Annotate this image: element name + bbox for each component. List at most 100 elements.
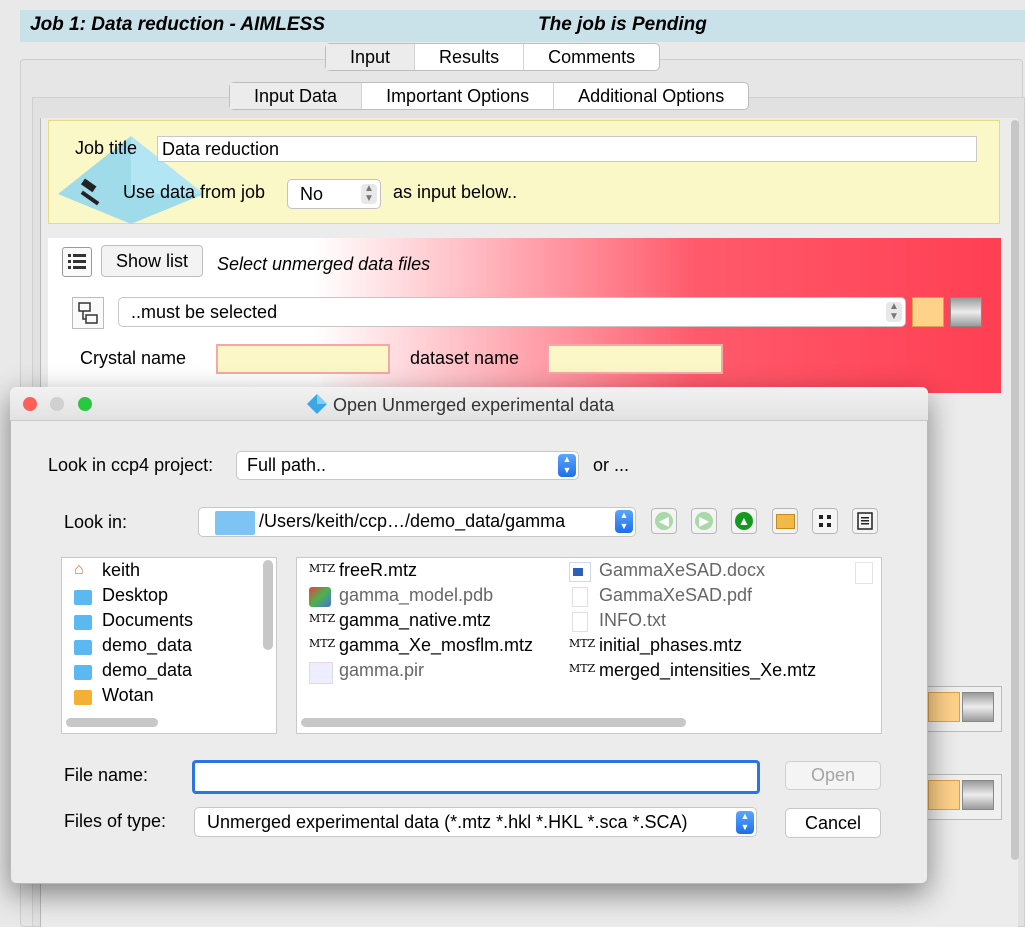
database-icon[interactable]	[962, 780, 994, 810]
ccp4-diamond-icon	[307, 394, 327, 414]
sub-tab-bar: Input Data Important Options Additional …	[229, 82, 750, 110]
file-item-label: gamma_native.mtz	[339, 610, 492, 630]
file-item-label: gamma.pir	[339, 660, 425, 680]
job-header: Job 1: Data reduction - AIMLESS The job …	[20, 10, 1025, 42]
crystal-name-label: Crystal name	[80, 348, 187, 368]
file-type-value: Unmerged experimental data (*.mtz *.hkl …	[207, 812, 688, 832]
open-button[interactable]: Open	[785, 761, 881, 790]
mtz-icon: MTZ	[309, 637, 336, 650]
blank-file-icon	[855, 562, 873, 584]
folder-icon	[215, 511, 255, 535]
sidebar-item-label: Documents	[102, 610, 194, 630]
tab-input[interactable]: Input	[326, 44, 416, 70]
parent-dir-button[interactable]: ▲	[731, 508, 757, 534]
file-type-select[interactable]: Unmerged experimental data (*.mtz *.hkl …	[194, 807, 757, 837]
file-name-label: File name:	[64, 765, 149, 785]
use-data-value: No	[300, 184, 324, 204]
blank-file-icon	[572, 587, 588, 607]
job-status: The job is Pending	[538, 14, 707, 35]
pdb-molecule-icon	[309, 587, 331, 607]
file-name-input[interactable]	[192, 760, 760, 794]
word-doc-icon	[569, 562, 591, 582]
tab-comments[interactable]: Comments	[524, 44, 659, 70]
folder-icon	[74, 665, 92, 680]
file-list-hscrollbar[interactable]	[301, 718, 686, 727]
file-item-label: initial_phases.mtz	[599, 635, 743, 655]
mtz-icon: MTZ	[569, 637, 596, 650]
file-type-label: Files of type:	[64, 811, 167, 831]
dataset-name-input[interactable]	[547, 344, 723, 374]
database-icon[interactable]	[950, 297, 982, 327]
new-folder-button[interactable]	[772, 508, 798, 534]
minimize-icon[interactable]	[50, 397, 64, 411]
look-in-label: Look in:	[64, 512, 128, 532]
file-item-label: gamma_Xe_mosflm.mtz	[339, 635, 534, 655]
updown-icon: ▲ ▼	[615, 510, 633, 533]
file-item-label: GammaXeSAD.docx	[599, 560, 766, 580]
icon-view-button[interactable]	[812, 508, 838, 534]
tab-important-options[interactable]: Important Options	[362, 83, 555, 109]
folder-icon	[74, 590, 92, 605]
sidebar-item-label: demo_data	[102, 635, 193, 655]
tab-additional-options[interactable]: Additional Options	[554, 83, 748, 109]
file-item-label: freeR.mtz	[339, 560, 418, 580]
sidebar-item-label: demo_data	[102, 660, 193, 680]
new-folder-icon	[776, 514, 795, 529]
dialog-title: Open Unmerged experimental data	[306, 393, 614, 416]
open-folder-icon[interactable]	[928, 692, 960, 722]
open-folder-icon[interactable]	[928, 780, 960, 810]
sequence-icon	[309, 662, 333, 684]
file-list[interactable]: MTZ freeR.mtz gamma_model.pdb MTZ gamma_…	[296, 557, 882, 734]
must-select-value: ..must be selected	[131, 302, 278, 322]
look-in-project-label: Look in ccp4 project:	[48, 455, 214, 475]
unmerged-file-select[interactable]: ..must be selected ▲ ▼	[118, 297, 906, 327]
blank-file-icon	[572, 612, 588, 632]
tree-icon[interactable]	[72, 297, 104, 329]
tab-input-data[interactable]: Input Data	[230, 83, 363, 109]
file-item-label: GammaXeSAD.pdf	[599, 585, 753, 605]
database-icon[interactable]	[962, 692, 994, 722]
as-input-label: as input below..	[393, 182, 518, 202]
scrollbar-thumb[interactable]	[1011, 120, 1019, 860]
forward-button[interactable]: ▶	[691, 508, 717, 534]
sidebar-scrollbar[interactable]	[263, 560, 273, 650]
look-in-project-select[interactable]: Full path.. ▲ ▼	[236, 451, 579, 480]
list-icon[interactable]	[62, 247, 92, 277]
up-arrow-icon: ▲	[735, 512, 753, 530]
drive-icon	[74, 690, 92, 705]
close-icon[interactable]	[23, 397, 37, 411]
folder-icon	[74, 615, 92, 630]
zoom-icon[interactable]	[78, 397, 92, 411]
updown-icon: ▲ ▼	[886, 302, 902, 322]
unmerged-files-label: Select unmerged data files	[217, 254, 431, 274]
use-data-select[interactable]: No ▲ ▼	[287, 179, 381, 209]
crystal-name-input[interactable]	[216, 344, 390, 374]
cancel-button[interactable]: Cancel	[785, 808, 881, 838]
look-in-select[interactable]: /Users/keith/ccp…/demo_data/gamma ▲ ▼	[198, 507, 636, 537]
folder-icon	[74, 640, 92, 655]
main-tab-bar: Input Results Comments	[325, 43, 661, 71]
back-button[interactable]: ◀	[651, 508, 677, 534]
show-list-button[interactable]: Show list	[101, 245, 203, 277]
file-item-label: INFO.txt	[599, 610, 666, 630]
look-in-value: /Users/keith/ccp…/demo_data/gamma	[259, 511, 566, 531]
hammer-icon[interactable]	[76, 176, 110, 210]
forward-arrow-icon: ▶	[695, 512, 713, 530]
open-folder-icon[interactable]	[912, 297, 944, 327]
use-data-label: Use data from job	[123, 182, 266, 202]
mtz-icon: MTZ	[309, 562, 336, 575]
sidebar-hscrollbar[interactable]	[66, 718, 158, 727]
file-item-label: gamma_model.pdb	[339, 585, 494, 605]
detail-view-button[interactable]	[852, 508, 878, 534]
look-in-project-value: Full path..	[247, 455, 327, 475]
updown-icon: ▲ ▼	[558, 454, 576, 477]
job-title-input[interactable]	[157, 136, 977, 162]
tab-results[interactable]: Results	[415, 44, 525, 70]
home-icon: ⌂	[74, 561, 84, 578]
file-item-label: merged_intensities_Xe.mtz	[599, 660, 817, 680]
sidebar-item-label: Wotan	[102, 685, 154, 705]
dataset-name-label: dataset name	[410, 348, 520, 368]
sidebar-places[interactable]: ⌂ keith Desktop Documents demo_data demo…	[61, 557, 277, 734]
sidebar-item-label: keith	[102, 560, 141, 580]
main-scrollbar[interactable]	[1010, 120, 1020, 860]
